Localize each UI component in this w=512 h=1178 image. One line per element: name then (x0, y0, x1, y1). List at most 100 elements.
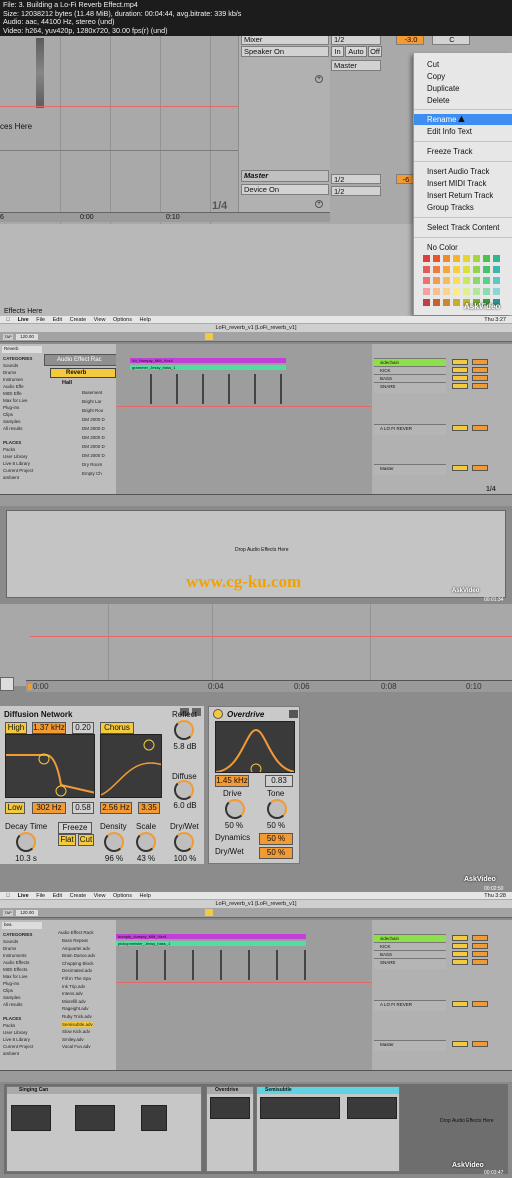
color-swatch[interactable] (423, 266, 430, 273)
browser-category[interactable]: All results (3, 426, 23, 431)
browser-category[interactable]: MIDI Effects (3, 967, 27, 972)
output-route[interactable]: Master (331, 60, 381, 71)
preset-item[interactable]: Fill In The Spa (62, 976, 91, 981)
chorus-graph[interactable] (100, 734, 162, 798)
browser-search[interactable]: Reverb (2, 346, 42, 353)
track-activator-icon[interactable] (452, 359, 468, 365)
browser-category[interactable]: Instrumen (3, 377, 23, 382)
browser-place[interactable]: Live 8 Library (3, 1037, 30, 1042)
preset-item[interactable]: Vocal Fun.adv (62, 1044, 91, 1049)
track-volume[interactable] (472, 935, 488, 941)
preset-item[interactable]: Bass Repeat (62, 938, 88, 943)
color-swatch[interactable] (493, 288, 500, 295)
track-activator-icon[interactable] (452, 951, 468, 957)
track-header[interactable]: A LO FI REVER (374, 424, 446, 435)
browser-category[interactable]: Clips (3, 412, 13, 417)
preset-item[interactable]: Mixrefill.adv (62, 999, 86, 1004)
menu-item-insert-midi[interactable]: Insert MIDI Track (427, 178, 486, 189)
chorus-toggle[interactable]: Chorus (100, 722, 134, 734)
browser-place[interactable]: Current Project (3, 1044, 33, 1049)
menu-file[interactable]: File (36, 317, 45, 323)
menu-options[interactable]: Options (113, 317, 132, 323)
master-track-title[interactable]: Master (241, 170, 329, 182)
drywet-knob[interactable] (174, 832, 194, 852)
audio-clip[interactable]: pickupmeister_Jessy_bass_1 (116, 941, 306, 946)
drive-knob[interactable] (225, 799, 245, 819)
chorus-amount-field[interactable]: 3.35 (138, 802, 160, 814)
add-icon[interactable]: + (315, 200, 323, 208)
preset-item[interactable]: Airquarter.adv (62, 946, 90, 951)
preset-item[interactable]: Bright Lar (82, 399, 102, 404)
browser-category[interactable]: Clips (3, 988, 13, 993)
track-volume[interactable] (472, 465, 488, 471)
color-swatch[interactable] (493, 255, 500, 262)
chorus-rate-field[interactable]: 2.56 Hz (100, 802, 132, 814)
browser-category[interactable]: Plug-ins (3, 981, 19, 986)
color-swatch[interactable] (473, 288, 480, 295)
color-swatch[interactable] (483, 277, 490, 284)
color-swatch[interactable] (453, 277, 460, 284)
hall-item[interactable]: Hall (62, 380, 72, 386)
browser-place[interactable]: User Library (3, 1030, 28, 1035)
track-volume[interactable] (472, 1001, 488, 1007)
color-swatch[interactable] (473, 266, 480, 273)
color-swatch[interactable] (443, 266, 450, 273)
menu-item-insert-audio[interactable]: Insert Audio Track (427, 166, 489, 177)
browser-category[interactable]: Plug-ins (3, 405, 19, 410)
color-swatch[interactable] (443, 299, 450, 306)
color-swatch[interactable] (463, 288, 470, 295)
preset-item[interactable]: Ruby Trick.adv (62, 1014, 92, 1019)
menu-help[interactable]: Help (140, 317, 151, 323)
browser-place[interactable]: ambient (3, 475, 19, 480)
color-swatch[interactable] (493, 266, 500, 273)
preset-item[interactable]: Ink Trip.adv (62, 984, 85, 989)
track-volume[interactable] (472, 359, 488, 365)
od-drywet-field[interactable]: 50 % (259, 847, 293, 859)
color-swatch[interactable] (423, 255, 430, 262)
device-power-icon[interactable] (213, 709, 223, 719)
color-swatch[interactable] (453, 266, 460, 273)
preset-item[interactable]: Intens.adv (62, 991, 83, 996)
browser-category[interactable]: Samples (3, 419, 21, 424)
master-volume[interactable]: -6 (396, 174, 414, 184)
browser-category[interactable]: Max for Live (3, 974, 28, 979)
color-swatch[interactable] (433, 277, 440, 284)
menu-item-group-tracks[interactable]: Group Tracks (427, 202, 474, 213)
tone-knob[interactable] (267, 799, 287, 819)
monitor-off-button[interactable]: Off (368, 46, 382, 57)
menu-item-copy[interactable]: Copy (427, 71, 445, 82)
menu-item-delete[interactable]: Delete (427, 95, 450, 106)
monitor-in-button[interactable]: In (331, 46, 344, 57)
color-swatch[interactable] (493, 277, 500, 284)
browser-category[interactable]: Audio Effects (3, 960, 29, 965)
preset-item[interactable]: Dry Room (82, 462, 102, 467)
browser-place[interactable]: Packs (3, 447, 15, 452)
track-volume[interactable] (472, 367, 488, 373)
track-header[interactable]: SNARE (374, 958, 446, 969)
track-activator-icon[interactable] (452, 1001, 468, 1007)
color-swatch[interactable] (423, 277, 430, 284)
preset-item[interactable]: Decimated.adv (62, 968, 92, 973)
color-swatch[interactable] (473, 277, 480, 284)
color-swatch[interactable] (463, 266, 470, 273)
menu-item-duplicate[interactable]: Duplicate (427, 83, 460, 94)
menu-file[interactable]: File (36, 893, 45, 899)
color-swatch[interactable] (453, 255, 460, 262)
flat-button[interactable]: Flat (58, 834, 76, 846)
menu-item-cut[interactable]: Cut (427, 59, 439, 70)
color-swatch[interactable] (463, 277, 470, 284)
tempo-field[interactable]: 120.00 (16, 910, 38, 916)
audio-clip[interactable]: Vo_Humpty_MM_Vox4 (130, 358, 286, 363)
decay-knob[interactable] (16, 832, 36, 852)
play-icon[interactable] (205, 909, 213, 916)
track-volume[interactable] (472, 375, 488, 381)
track-volume[interactable] (472, 959, 488, 965)
preset-item[interactable]: DM 2000 D (82, 417, 105, 422)
od-freq-field[interactable]: 1.45 kHz (215, 775, 249, 787)
preset-item[interactable]: DM 2000 D (82, 453, 105, 458)
color-swatch[interactable] (483, 255, 490, 262)
dynamics-field[interactable]: 50 % (259, 833, 293, 845)
browser-place[interactable]: Live 8 Library (3, 461, 30, 466)
low-filter-toggle[interactable]: Low (5, 802, 25, 814)
preset-item[interactable]: Empty Ch (82, 471, 102, 476)
